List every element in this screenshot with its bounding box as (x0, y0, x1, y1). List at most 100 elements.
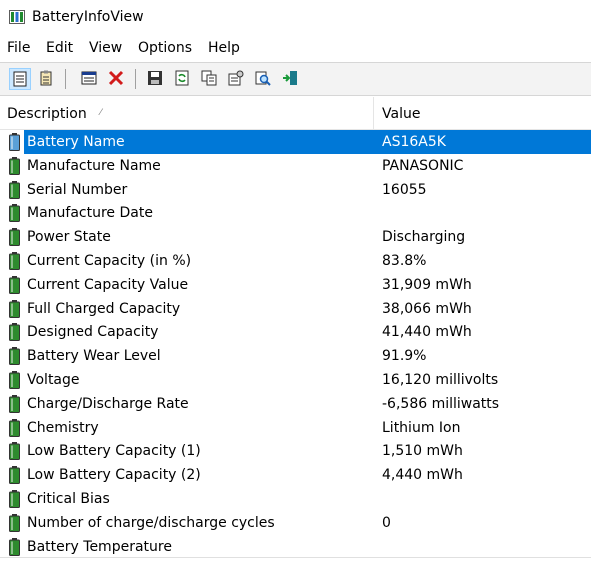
table-row[interactable]: Battery Temperature (0, 535, 591, 559)
description-cell: Full Charged Capacity (27, 300, 181, 317)
battery-icon (9, 299, 20, 318)
value-cell: 91.9% (382, 348, 427, 365)
battery-icon (9, 156, 20, 175)
title-bar: BatteryInfoView (0, 0, 591, 36)
table-row[interactable]: Chemistry Lithium Ion (0, 416, 591, 440)
find-button[interactable] (253, 68, 275, 90)
description-cell: Low Battery Capacity (2) (27, 467, 201, 484)
value-cell: 83.8% (382, 253, 427, 269)
battery-icon (9, 490, 20, 508)
table-row[interactable]: Manufacture Name PANASONIC (0, 154, 591, 178)
battery-icon (9, 394, 20, 413)
description-cell: Voltage (27, 372, 80, 388)
column-header-value[interactable]: Value (382, 106, 420, 122)
description-cell: Critical Bias (27, 491, 110, 507)
table-row[interactable]: Number of charge/discharge cycles 0 (0, 511, 591, 535)
table-row[interactable]: Power State Discharging (0, 225, 591, 249)
description-cell: Battery Wear Level (27, 348, 161, 365)
battery-info-view-icon (13, 71, 27, 87)
description-cell: Current Capacity Value (27, 276, 189, 293)
table-row[interactable]: Manufacture Date (0, 201, 591, 225)
value-cell: 4,440 mWh (382, 467, 463, 484)
menu-help[interactable]: Help (208, 40, 240, 56)
save-disk-icon (148, 71, 162, 85)
copy-icon (201, 70, 217, 86)
description-cell: Manufacture Name (27, 157, 161, 174)
table-row[interactable]: Battery Wear Level 91.9% (0, 344, 591, 368)
exit-icon (283, 71, 297, 85)
battery-icon (9, 466, 20, 485)
value-cell: 16055 (382, 181, 427, 198)
list-header: Description ⁄ Value (0, 97, 591, 130)
value-cell: 0 (382, 514, 391, 531)
value-cell: 31,909 mWh (382, 276, 472, 293)
value-cell: Discharging (382, 229, 466, 246)
description-cell: Current Capacity (in %) (27, 253, 192, 269)
menu-view[interactable]: View (89, 40, 122, 56)
description-cell: Battery Name (24, 130, 373, 154)
description-cell: Serial Number (27, 181, 128, 198)
table-row[interactable]: Low Battery Capacity (2) 4,440 mWh (0, 463, 591, 487)
menu-options[interactable]: Options (138, 40, 192, 56)
menu-file[interactable]: File (7, 40, 30, 56)
table-row[interactable]: Designed Capacity 41,440 mWh (0, 320, 591, 344)
table-row[interactable]: Current Capacity Value 31,909 mWh (0, 273, 591, 297)
properties-icon (228, 70, 244, 86)
refresh-icon (175, 70, 189, 86)
description-cell: Charge/Discharge Rate (27, 395, 189, 412)
value-cell (373, 201, 591, 225)
toolbar (0, 62, 591, 96)
table-row[interactable]: Low Battery Capacity (1) 1,510 mWh (0, 439, 591, 463)
value-cell: 41,440 mWh (382, 324, 472, 341)
copy-button[interactable] (199, 68, 221, 90)
save-button[interactable] (145, 68, 167, 90)
battery-icon (9, 133, 20, 151)
exit-button[interactable] (280, 68, 302, 90)
column-divider[interactable] (373, 97, 374, 129)
table-row[interactable]: Full Charged Capacity 38,066 mWh (0, 297, 591, 321)
delete-button[interactable] (106, 68, 128, 90)
value-cell: -6,586 milliwatts (382, 395, 500, 412)
table-row[interactable]: Critical Bias (0, 487, 591, 511)
table-row[interactable]: Charge/Discharge Rate -6,586 milliwatts (0, 392, 591, 416)
menu-edit[interactable]: Edit (46, 40, 73, 56)
delete-x-icon (108, 70, 124, 86)
battery-icon (9, 180, 20, 199)
description-cell: Battery Temperature (27, 538, 172, 555)
table-row[interactable]: Voltage 16,120 millivolts (0, 368, 591, 392)
refresh-button[interactable] (172, 68, 194, 90)
battery-log-view-button[interactable] (36, 68, 58, 90)
battery-info-view-button[interactable] (9, 68, 31, 90)
value-cell (373, 535, 591, 559)
battery-icon (9, 513, 20, 532)
battery-icon (9, 442, 20, 461)
description-cell: Low Battery Capacity (1) (27, 443, 201, 460)
battery-icon (9, 418, 20, 437)
toolbar-separator (65, 69, 66, 89)
table-row[interactable]: Serial Number 16055 (0, 178, 591, 202)
toolbar-separator (135, 69, 136, 89)
battery-icon (9, 347, 20, 366)
value-cell: 16,120 millivolts (382, 372, 499, 388)
value-cell: Lithium Ion (382, 419, 461, 436)
list-bottom-edge (0, 557, 591, 564)
battery-icon (9, 537, 20, 556)
value-cell (373, 487, 591, 511)
app-battery-icon (9, 10, 25, 24)
description-cell: Number of charge/discharge cycles (27, 514, 275, 531)
value-cell: PANASONIC (382, 157, 464, 174)
properties-button[interactable] (226, 68, 248, 90)
table-row[interactable]: Current Capacity (in %) 83.8% (0, 249, 591, 273)
properties-window-button[interactable] (79, 68, 101, 90)
sort-ascending-icon: ⁄ (100, 108, 102, 118)
description-cell: Chemistry (27, 419, 99, 436)
battery-icon (9, 252, 20, 270)
find-icon (255, 71, 271, 86)
value-cell: 1,510 mWh (382, 443, 463, 460)
column-header-description[interactable]: Description (7, 106, 87, 122)
battery-icon (9, 228, 20, 247)
properties-window-icon (81, 71, 97, 85)
description-cell: Manufacture Date (27, 205, 153, 222)
table-row[interactable]: Battery Name AS16A5K (0, 130, 591, 154)
description-cell: Power State (27, 229, 111, 246)
